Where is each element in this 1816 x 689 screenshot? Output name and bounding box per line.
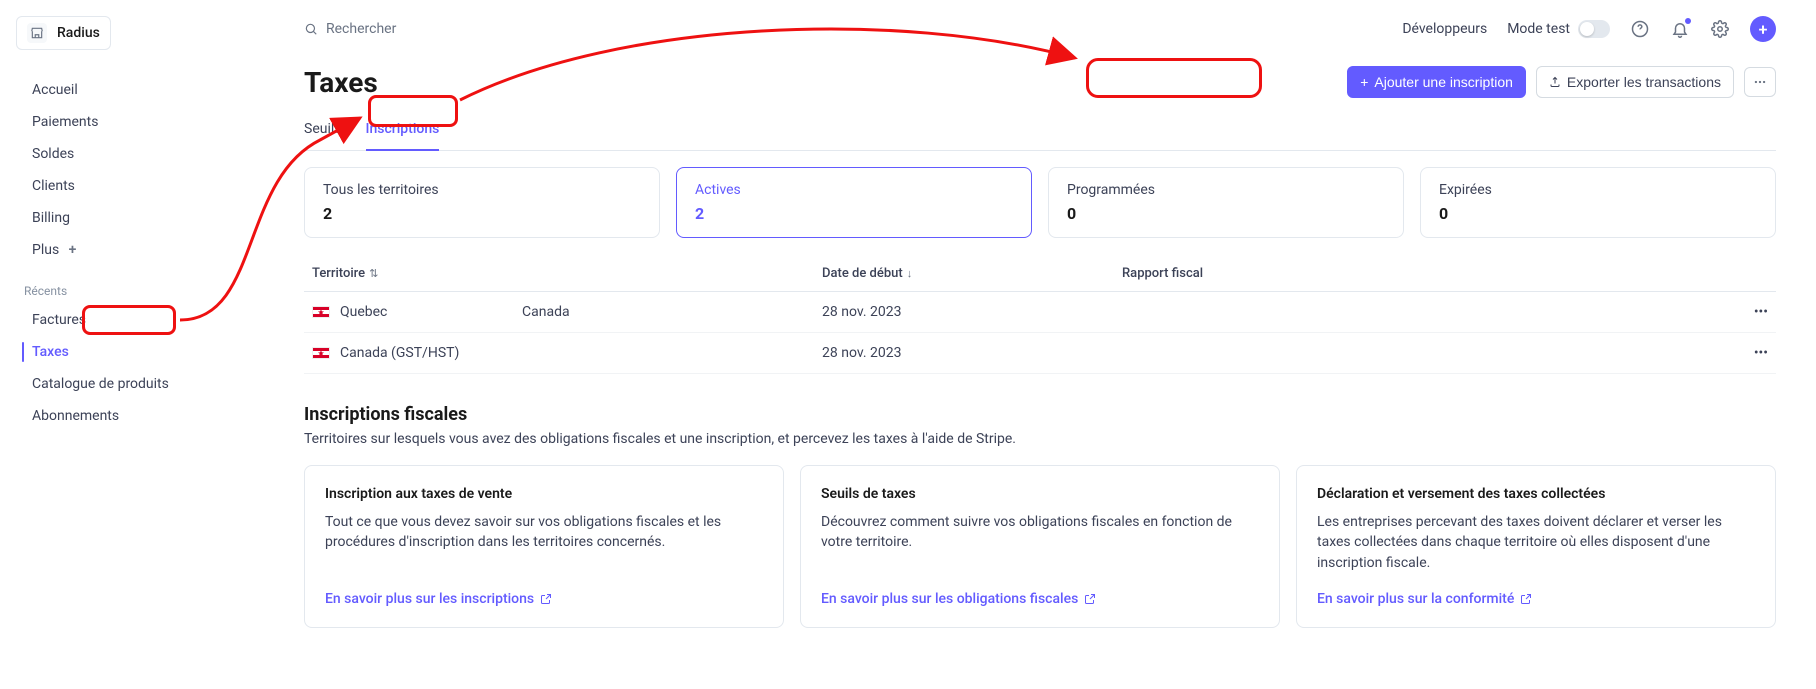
table-row[interactable]: Canada (GST/HST) 28 nov. 2023 ••• bbox=[304, 333, 1776, 374]
plus-icon: + bbox=[65, 242, 76, 258]
card-thresholds: Seuils de taxes Découvrez comment suivre… bbox=[800, 465, 1280, 628]
notification-dot bbox=[1685, 18, 1691, 24]
recent-catalogue[interactable]: Catalogue de produits bbox=[24, 368, 272, 400]
tab-inscriptions[interactable]: Inscriptions bbox=[366, 113, 440, 151]
test-mode-toggle[interactable]: Mode test bbox=[1507, 20, 1610, 38]
section-title: Inscriptions fiscales bbox=[304, 404, 1776, 425]
page-title: Taxes bbox=[304, 66, 378, 99]
recent-factures[interactable]: Factures bbox=[24, 304, 272, 336]
more-actions-button[interactable] bbox=[1744, 67, 1776, 97]
col-territory[interactable]: Territoire⇅ bbox=[304, 256, 814, 292]
flag-canada-icon bbox=[312, 347, 330, 359]
section-desc: Territoires sur lesquels vous avez des o… bbox=[304, 431, 1776, 447]
test-mode-label: Mode test bbox=[1507, 21, 1570, 37]
nav-clients[interactable]: Clients bbox=[24, 170, 272, 202]
recent-taxes[interactable]: Taxes bbox=[24, 336, 272, 368]
card-registration: Inscription aux taxes de vente Tout ce q… bbox=[304, 465, 784, 628]
toggle-switch bbox=[1578, 20, 1610, 38]
external-icon bbox=[1520, 593, 1532, 605]
arrow-down-icon: ↓ bbox=[907, 267, 913, 280]
card-link-thresholds[interactable]: En savoir plus sur les obligations fisca… bbox=[821, 591, 1259, 607]
recent-abonnements[interactable]: Abonnements bbox=[24, 400, 272, 432]
stat-expired[interactable]: Expirées 0 bbox=[1420, 167, 1776, 238]
help-icon[interactable] bbox=[1630, 19, 1650, 39]
stat-all-territories[interactable]: Tous les territoires 2 bbox=[304, 167, 660, 238]
flag-canada-icon bbox=[312, 306, 330, 318]
tab-seuils[interactable]: Seuils bbox=[304, 113, 342, 150]
external-icon bbox=[540, 593, 552, 605]
card-link-registrations[interactable]: En savoir plus sur les inscriptions bbox=[325, 591, 763, 607]
ellipsis-icon bbox=[1753, 75, 1767, 89]
sort-icon: ⇅ bbox=[369, 267, 378, 280]
store-icon bbox=[27, 23, 47, 43]
nav-soldes[interactable]: Soldes bbox=[24, 138, 272, 170]
search-input[interactable]: Rechercher bbox=[304, 21, 1384, 37]
notifications-icon[interactable] bbox=[1670, 19, 1690, 39]
add-button[interactable]: + bbox=[1750, 16, 1776, 42]
card-link-compliance[interactable]: En savoir plus sur la conformité bbox=[1317, 591, 1755, 607]
export-icon bbox=[1549, 76, 1561, 88]
developers-link[interactable]: Développeurs bbox=[1402, 21, 1487, 37]
search-icon bbox=[304, 22, 318, 36]
table-row[interactable]: Quebec Canada 28 nov. 2023 ••• bbox=[304, 292, 1776, 333]
export-transactions-button[interactable]: Exporter les transactions bbox=[1536, 66, 1734, 98]
add-registration-button[interactable]: + Ajouter une inscription bbox=[1347, 66, 1526, 98]
col-report[interactable]: Rapport fiscal bbox=[1114, 256, 1619, 292]
nav-paiements[interactable]: Paiements bbox=[24, 106, 272, 138]
stat-scheduled[interactable]: Programmées 0 bbox=[1048, 167, 1404, 238]
nav-plus[interactable]: Plus + bbox=[24, 234, 272, 266]
plus-icon: + bbox=[1360, 74, 1368, 90]
stat-active[interactable]: Actives 2 bbox=[676, 167, 1032, 238]
col-start-date[interactable]: Date de début↓ bbox=[814, 256, 1114, 292]
settings-icon[interactable] bbox=[1710, 19, 1730, 39]
registrations-table: Territoire⇅ Date de début↓ Rapport fisca… bbox=[304, 256, 1776, 374]
recent-heading: Récents bbox=[16, 266, 280, 304]
card-compliance: Déclaration et versement des taxes colle… bbox=[1296, 465, 1776, 628]
nav-accueil[interactable]: Accueil bbox=[24, 74, 272, 106]
external-icon bbox=[1084, 593, 1096, 605]
search-placeholder: Rechercher bbox=[326, 21, 396, 37]
workspace-name: Radius bbox=[57, 25, 100, 41]
row-more-icon[interactable]: ••• bbox=[1754, 304, 1768, 320]
workspace-switcher[interactable]: Radius bbox=[16, 16, 111, 50]
nav-billing[interactable]: Billing bbox=[24, 202, 272, 234]
row-more-icon[interactable]: ••• bbox=[1754, 345, 1768, 361]
